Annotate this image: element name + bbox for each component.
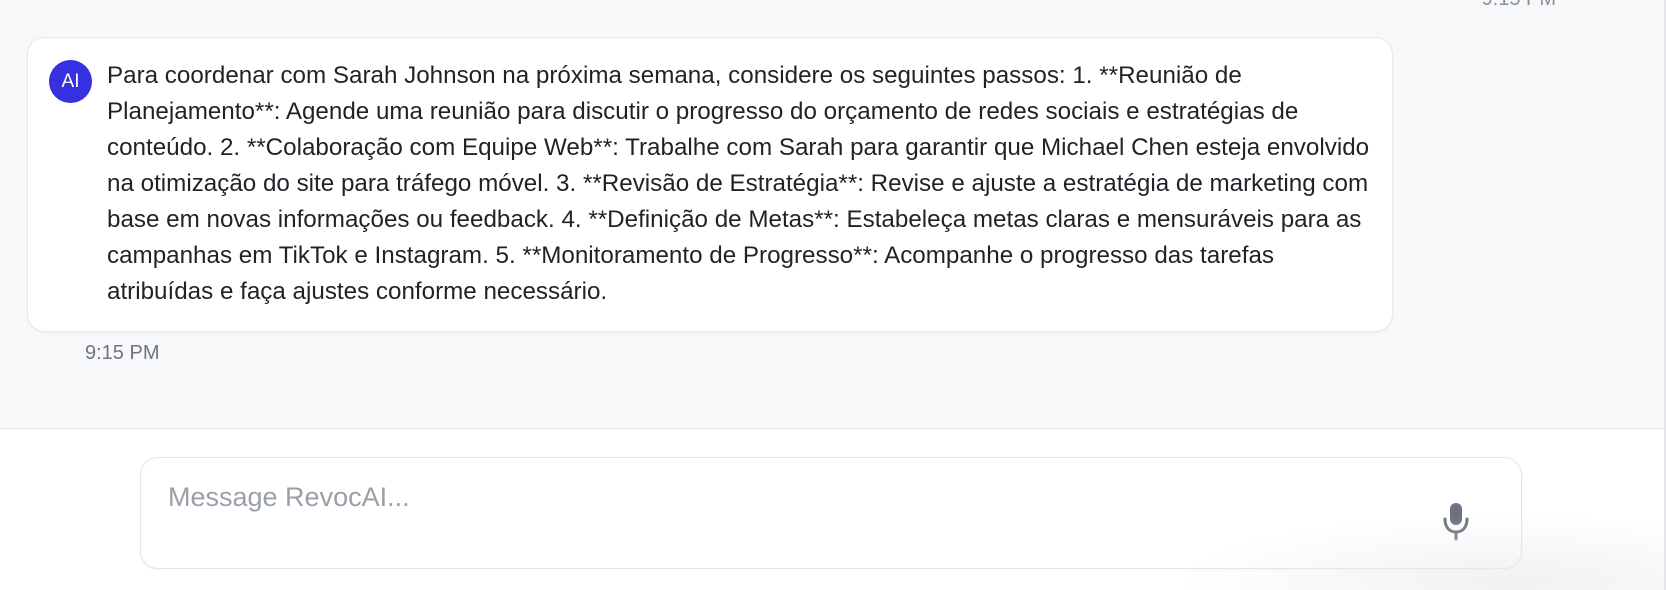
ai-avatar: AI — [49, 60, 92, 103]
message-input[interactable] — [168, 475, 1408, 519]
message-input-container[interactable] — [140, 457, 1522, 569]
microphone-icon — [1443, 503, 1469, 541]
chat-history[interactable]: 9:15 PM AI Para coordenar com Sarah John… — [0, 0, 1666, 428]
ai-message-timestamp: 9:15 PM — [85, 342, 160, 364]
chat-window: 9:15 PM AI Para coordenar com Sarah John… — [0, 0, 1666, 590]
ai-message-text: Para coordenar com Sarah Johnson na próx… — [107, 62, 1370, 305]
ai-message-bubble: AI Para coordenar com Sarah Johnson na p… — [27, 37, 1393, 332]
previous-message-timestamp: 9:15 PM — [1482, 0, 1556, 11]
microphone-button[interactable] — [1436, 498, 1476, 544]
message-composer — [0, 428, 1666, 590]
